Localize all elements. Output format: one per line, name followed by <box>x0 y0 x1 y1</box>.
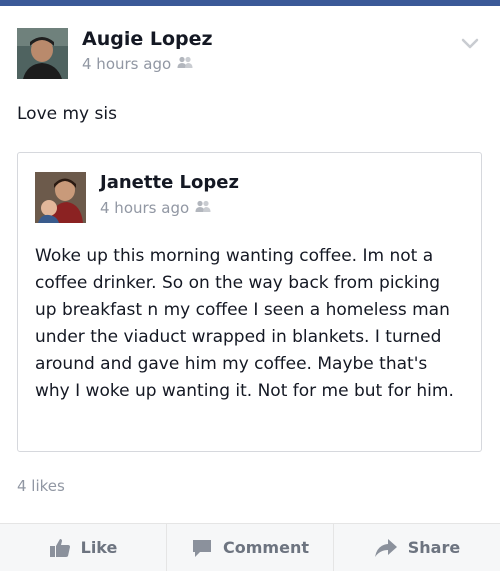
chevron-down-icon[interactable] <box>460 36 480 50</box>
shared-avatar[interactable] <box>35 172 86 223</box>
post-meta: 4 hours ago <box>82 55 193 73</box>
share-label: Share <box>407 538 461 557</box>
friends-icon <box>177 55 193 73</box>
like-label: Like <box>80 538 118 557</box>
comment-label: Comment <box>223 538 309 557</box>
author-name[interactable]: Augie Lopez <box>82 28 213 50</box>
shared-author-name[interactable]: Janette Lopez <box>100 172 239 193</box>
shared-post-meta: 4 hours ago <box>100 199 211 217</box>
action-bar: Like Comment Share <box>0 523 500 571</box>
share-icon <box>374 538 397 557</box>
shared-timestamp[interactable]: 4 hours ago <box>100 199 189 217</box>
thumbs-up-icon <box>49 538 70 557</box>
friends-icon <box>195 199 211 217</box>
shared-post[interactable]: Janette Lopez 4 hours ago Woke up this m… <box>17 152 482 452</box>
comment-icon <box>193 539 212 557</box>
shared-post-text: Woke up this morning wanting coffee. Im … <box>35 246 454 401</box>
comment-button[interactable]: Comment <box>167 524 334 571</box>
like-button[interactable]: Like <box>0 524 167 571</box>
share-button[interactable]: Share <box>334 524 500 571</box>
avatar[interactable] <box>17 28 68 79</box>
post-header: Augie Lopez 4 hours ago <box>0 6 500 86</box>
post-text: Love my sis <box>17 104 117 124</box>
likes-count[interactable]: 4 likes <box>17 477 65 495</box>
timestamp[interactable]: 4 hours ago <box>82 55 171 73</box>
